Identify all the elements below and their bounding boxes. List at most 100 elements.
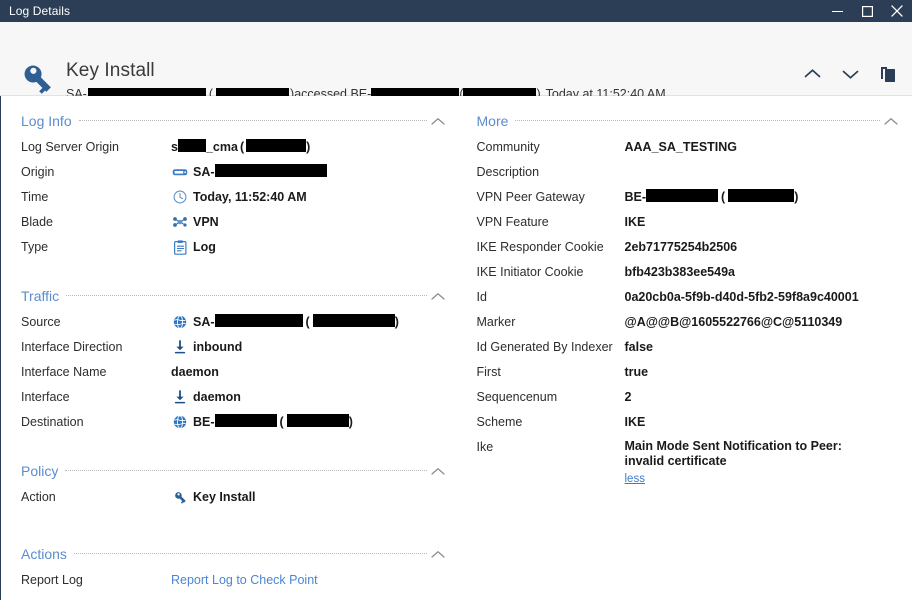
row-label: Description [476,165,540,179]
minimize-button[interactable] [822,0,852,22]
close-icon [891,5,903,17]
row-vpn-peer-gateway: VPN Peer Gateway BE- () [477,186,903,211]
header-action-buttons [800,62,900,86]
window-title: Log Details [9,4,71,18]
collapse-toggle[interactable] [427,544,449,564]
policy-rows: Action Key Install [21,484,449,511]
section-log-info: Log Info Log Server Origin s _cma() Orig… [21,108,449,261]
row-label: Interface Direction [21,340,123,354]
row-origin: Origin SA- [21,161,449,186]
row-value: inbound [171,336,449,356]
value-text: VPN [193,215,219,229]
redacted-peer-name [646,189,719,202]
section-policy-title: Policy [21,463,59,479]
row-id-generated-by-indexer: Id Generated By Indexer false [477,336,903,361]
copy-button[interactable] [876,62,900,86]
gateway-icon [171,164,189,180]
row-ike-responder-cookie: IKE Responder Cookie 2eb71775254b2506 [477,236,903,261]
row-label: Blade [21,215,53,229]
collapse-toggle[interactable] [427,461,449,481]
row-label: Interface Name [21,365,107,379]
row-value: SA- () [171,311,449,331]
row-label: Interface [21,390,70,404]
section-divider [73,552,427,554]
row-value: true [624,365,649,379]
value-mid: _cma [205,140,238,154]
paren-close: ) [306,140,311,154]
ike-less-link[interactable]: less [625,471,645,488]
collapse-toggle[interactable] [427,111,449,131]
row-destination: Destination BE- () [21,411,449,436]
paren-open: ( [305,315,310,329]
row-label: IKE Responder Cookie [476,240,604,254]
row-value: Today, 11:52:40 AM [171,186,449,206]
section-log-info-header[interactable]: Log Info [21,108,449,134]
row-label: Community [476,140,540,154]
paren-open: ( [239,140,245,154]
row-vpn-feature: VPN Feature IKE [477,211,903,236]
left-column: Log Info Log Server Origin s _cma() Orig… [1,96,467,600]
value-text: SA- [193,315,215,329]
value-text: daemon [193,390,241,404]
row-value: false [624,340,654,354]
value-text: Today, 11:52:40 AM [193,190,307,204]
row-ike: Ike Main Mode Sent Notification to Peer:… [477,436,903,488]
row-source: Source SA- () [21,311,449,336]
log-details-body: Log Info Log Server Origin s _cma() Orig… [0,96,912,600]
row-value: BE- () [171,411,449,431]
chevron-up-icon [884,117,898,125]
section-traffic-header[interactable]: Traffic [21,283,449,309]
log-header: Key Install SA-() accessed BE-() Today at… [0,22,912,101]
row-value: s _cma() [171,136,449,156]
row-value: daemon [171,386,449,406]
row-label: VPN Peer Gateway [476,190,585,204]
row-scheme: Scheme IKE [477,411,903,436]
next-log-button[interactable] [838,62,862,86]
row-log-server-origin: Log Server Origin s _cma() [21,136,449,161]
row-marker: Marker @A@@B@1605522766@C@5110349 [477,311,903,336]
row-label: Action [21,490,56,504]
row-value: @A@@B@1605522766@C@5110349 [624,315,843,329]
minimize-icon [831,10,843,12]
section-actions-header[interactable]: Actions [21,541,449,567]
row-value: AAA_SA_TESTING [624,140,738,154]
section-traffic: Traffic Source SA- () Interface Directi… [21,283,449,436]
chevron-up-icon [430,467,445,475]
row-value: IKE [624,215,646,229]
row-interface-name: Interface Name daemon [21,361,449,386]
section-more-header[interactable]: More [477,108,903,134]
redacted-source-ip [312,314,395,327]
section-policy-header[interactable]: Policy [21,458,449,484]
chevron-up-icon [430,550,445,558]
row-label: Type [21,240,49,254]
log-info-rows: Log Server Origin s _cma() Origin SA- Ti… [21,134,449,261]
log-details-window: Log Details Key Install SA- () accessed… [0,0,912,600]
row-community: Community AAA_SA_TESTING [477,136,903,161]
row-value: VPN [171,211,449,231]
collapse-toggle[interactable] [880,111,902,131]
paren-open: ( [721,190,726,204]
row-interface-direction: Interface Direction inbound [21,336,449,361]
previous-log-button[interactable] [800,62,824,86]
row-value: daemon [171,365,219,379]
value-text: Key Install [193,490,256,504]
row-action: Action Key Install [21,486,449,511]
row-label: Time [21,190,49,204]
right-column: More Community AAA_SA_TESTING Descriptio… [467,96,912,600]
collapse-toggle[interactable] [427,286,449,306]
row-value: Report Log to Check Point [171,569,449,589]
maximize-button[interactable] [852,0,882,22]
close-button[interactable] [882,0,912,22]
report-log-link[interactable]: Report Log to Check Point [171,572,318,589]
globe-icon [171,414,189,430]
key-icon [18,59,58,99]
clock-icon [171,189,189,205]
globe-icon [171,314,189,330]
row-sequencenum: Sequencenum 2 [477,386,903,411]
row-label: Report Log [21,573,83,587]
actions-rows: Report Log Report Log to Check Point [21,567,449,594]
section-actions: Actions Report Log Report Log to Check P… [21,541,449,594]
row-label: Id [476,290,487,304]
row-value: BE- () [625,186,903,206]
